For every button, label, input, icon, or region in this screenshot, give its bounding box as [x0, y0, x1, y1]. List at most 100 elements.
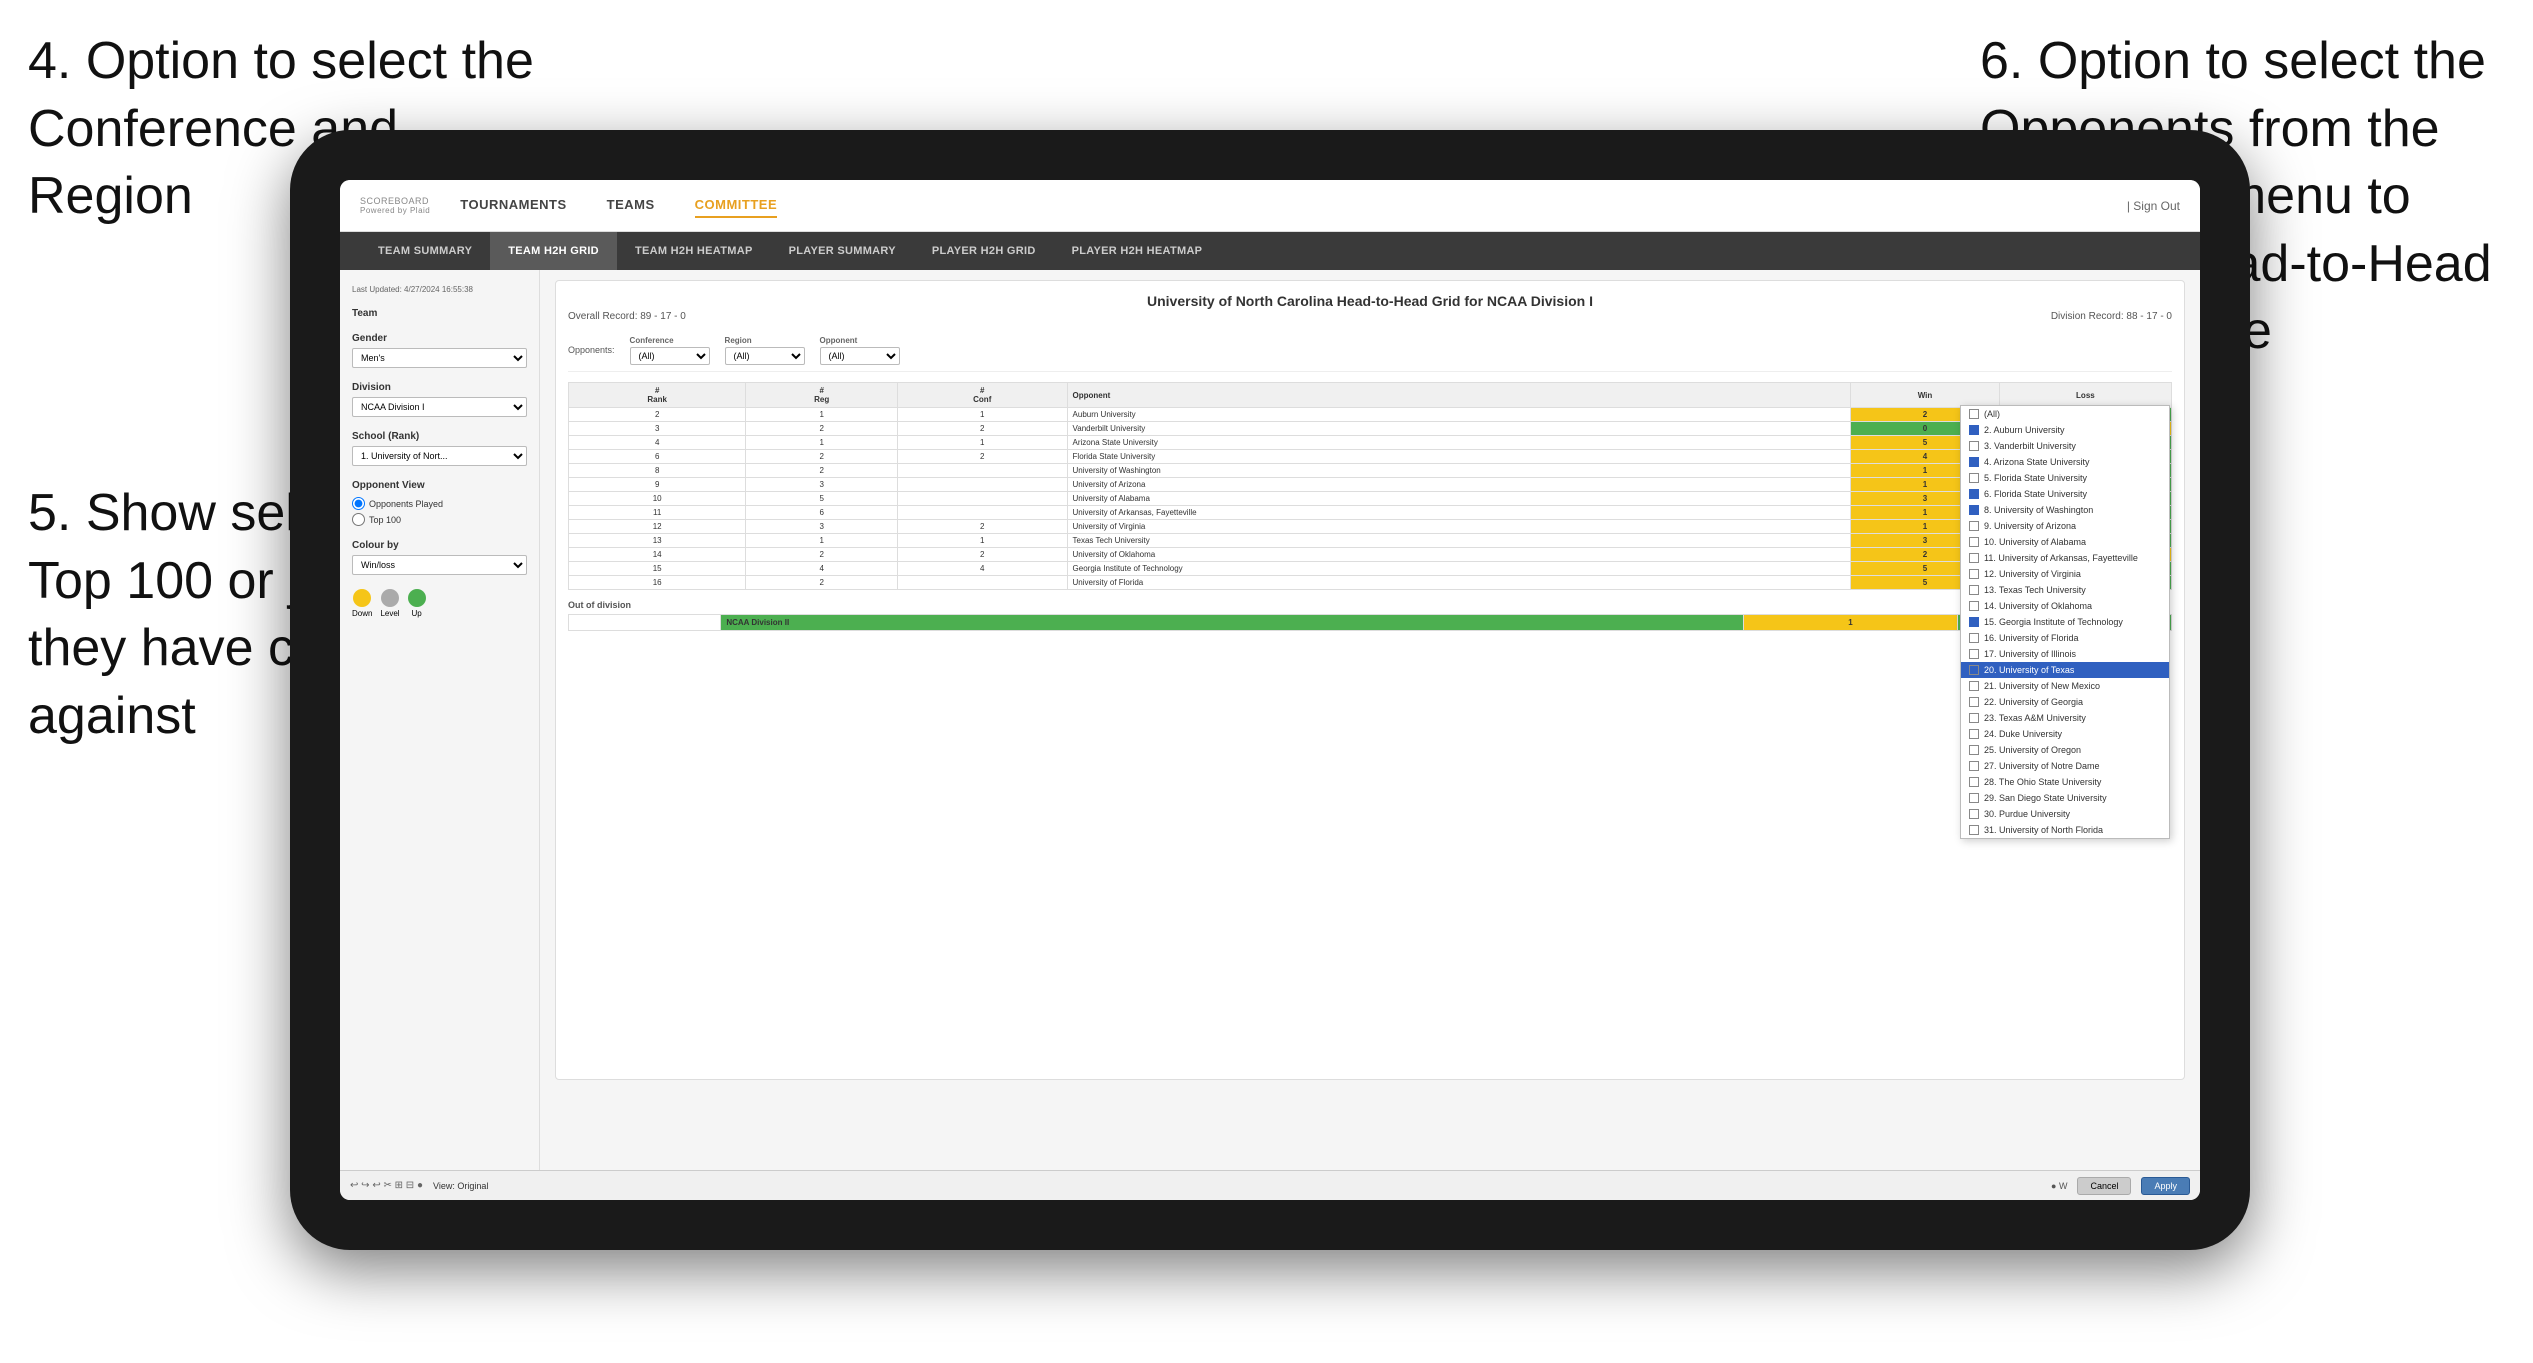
opponent-select[interactable]: (All): [820, 347, 900, 365]
dropdown-item-label: 23. Texas A&M University: [1984, 713, 2086, 723]
dropdown-item[interactable]: 6. Florida State University: [1961, 486, 2169, 502]
dropdown-item-label: 15. Georgia Institute of Technology: [1984, 617, 2123, 627]
dropdown-item-label: 17. University of Illinois: [1984, 649, 2076, 659]
dropdown-item[interactable]: 16. University of Florida: [1961, 630, 2169, 646]
tablet-screen: SCOREBOARD Powered by Plaid TOURNAMENTS …: [340, 180, 2200, 1200]
sub-nav-player-summary[interactable]: PLAYER SUMMARY: [771, 232, 914, 270]
dropdown-item[interactable]: 15. Georgia Institute of Technology: [1961, 614, 2169, 630]
dropdown-item[interactable]: 30. Purdue University: [1961, 806, 2169, 822]
dropdown-checkbox: [1969, 569, 1979, 579]
dropdown-item[interactable]: 5. Florida State University: [1961, 470, 2169, 486]
dropdown-item[interactable]: 29. San Diego State University: [1961, 790, 2169, 806]
dropdown-item[interactable]: 4. Arizona State University: [1961, 454, 2169, 470]
table-row: 16 2 University of Florida 5 1: [569, 576, 2172, 590]
dropdown-item-label: 9. University of Arizona: [1984, 521, 2076, 531]
h2h-meta: Overall Record: 89 - 17 - 0 Division Rec…: [568, 311, 2172, 322]
dropdown-checkbox: [1969, 633, 1979, 643]
sub-nav-player-h2h-grid[interactable]: PLAYER H2H GRID: [914, 232, 1054, 270]
region-filter: Region (All): [725, 336, 805, 365]
sub-nav-team-h2h-grid[interactable]: TEAM H2H GRID: [490, 232, 617, 270]
dropdown-item[interactable]: 28. The Ohio State University: [1961, 774, 2169, 790]
dropdown-checkbox: [1969, 793, 1979, 803]
sub-nav-team-summary[interactable]: TEAM SUMMARY: [360, 232, 490, 270]
col-opponent: Opponent: [1067, 383, 1851, 408]
dropdown-item[interactable]: 3. Vanderbilt University: [1961, 438, 2169, 454]
legend-down: Down: [352, 589, 372, 618]
dropdown-item[interactable]: 23. Texas A&M University: [1961, 710, 2169, 726]
conference-select[interactable]: (All): [630, 347, 710, 365]
legend-level: Level: [380, 589, 399, 618]
table-row: 3 2 2 Vanderbilt University 0 4: [569, 422, 2172, 436]
table-row: 4 1 1 Arizona State University 5 1: [569, 436, 2172, 450]
sub-nav-player-h2h-heatmap[interactable]: PLAYER H2H HEATMAP: [1054, 232, 1221, 270]
dropdown-item[interactable]: 22. University of Georgia: [1961, 694, 2169, 710]
dropdown-checkbox: [1969, 649, 1979, 659]
dropdown-item[interactable]: 25. University of Oregon: [1961, 742, 2169, 758]
right-panel-inner: University of North Carolina Head-to-Hea…: [555, 280, 2185, 1080]
out-of-division-label: Out of division: [568, 600, 2172, 610]
up-dot: [408, 589, 426, 607]
dropdown-item[interactable]: 13. Texas Tech University: [1961, 582, 2169, 598]
sidebar-colour-by-section: Colour by Win/loss: [352, 540, 527, 575]
table-row: 8 2 University of Washington 1 0: [569, 464, 2172, 478]
dropdown-item[interactable]: 12. University of Virginia: [1961, 566, 2169, 582]
dropdown-item-label: 4. Arizona State University: [1984, 457, 2090, 467]
sidebar-team-section: Team: [352, 308, 527, 319]
sign-out-button[interactable]: | Sign Out: [2127, 199, 2180, 213]
dropdown-checkbox: [1969, 825, 1979, 835]
opponent-filter: Opponent (All): [820, 336, 900, 365]
dropdown-item-label: 12. University of Virginia: [1984, 569, 2081, 579]
dropdown-item[interactable]: 20. University of Texas: [1961, 662, 2169, 678]
dropdown-item-label: 8. University of Washington: [1984, 505, 2093, 515]
top-100-radio[interactable]: Top 100: [352, 513, 527, 526]
dropdown-item[interactable]: 21. University of New Mexico: [1961, 678, 2169, 694]
dropdown-item[interactable]: 31. University of North Florida: [1961, 822, 2169, 838]
dropdown-checkbox: [1969, 489, 1979, 499]
dropdown-item[interactable]: 24. Duke University: [1961, 726, 2169, 742]
table-row: 12 3 2 University of Virginia 1 1: [569, 520, 2172, 534]
division-select[interactable]: NCAA Division I: [352, 397, 527, 417]
dropdown-checkbox: [1969, 777, 1979, 787]
overall-record: Overall Record: 89 - 17 - 0: [568, 311, 686, 322]
dropdown-item[interactable]: 11. University of Arkansas, Fayetteville: [1961, 550, 2169, 566]
dropdown-checkbox: [1969, 697, 1979, 707]
dropdown-item-label: 16. University of Florida: [1984, 633, 2079, 643]
dropdown-item[interactable]: 10. University of Alabama: [1961, 534, 2169, 550]
dropdown-item[interactable]: 17. University of Illinois: [1961, 646, 2169, 662]
dropdown-checkbox: [1969, 505, 1979, 515]
dropdown-item[interactable]: (All): [1961, 406, 2169, 422]
nav-committee[interactable]: COMMITTEE: [695, 193, 778, 218]
apply-button[interactable]: Apply: [2141, 1177, 2190, 1195]
dropdown-checkbox: [1969, 425, 1979, 435]
dropdown-item[interactable]: 8. University of Washington: [1961, 502, 2169, 518]
table-row: 15 4 4 Georgia Institute of Technology 5…: [569, 562, 2172, 576]
dropdown-checkbox: [1969, 665, 1979, 675]
nav-tournaments[interactable]: TOURNAMENTS: [460, 193, 566, 218]
dropdown-checkbox: [1969, 409, 1979, 419]
level-dot: [381, 589, 399, 607]
h2h-table-body: 2 1 1 Auburn University 2 1 3 2 2 Vander…: [569, 408, 2172, 590]
opponent-dropdown-overlay[interactable]: (All)2. Auburn University3. Vanderbilt U…: [1960, 405, 2170, 839]
dropdown-item-label: 31. University of North Florida: [1984, 825, 2103, 835]
dropdown-checkbox: [1969, 681, 1979, 691]
cancel-button[interactable]: Cancel: [2077, 1177, 2131, 1195]
colour-by-select[interactable]: Win/loss: [352, 555, 527, 575]
gender-select[interactable]: Men's: [352, 348, 527, 368]
dropdown-item[interactable]: 27. University of Notre Dame: [1961, 758, 2169, 774]
table-row: 14 2 2 University of Oklahoma 2 2: [569, 548, 2172, 562]
main-content: Last Updated: 4/27/2024 16:55:38 Team Ge…: [340, 270, 2200, 1170]
school-select[interactable]: 1. University of Nort...: [352, 446, 527, 466]
opponents-played-radio[interactable]: Opponents Played: [352, 497, 527, 510]
nav-teams[interactable]: TEAMS: [607, 193, 655, 218]
conference-filter: Conference (All): [630, 336, 710, 365]
h2h-title: University of North Carolina Head-to-Hea…: [568, 293, 2172, 309]
opponent-view-radio-group: Opponents Played Top 100: [352, 497, 527, 526]
dropdown-item-label: 28. The Ohio State University: [1984, 777, 2101, 787]
sub-nav-team-h2h-heatmap[interactable]: TEAM H2H HEATMAP: [617, 232, 771, 270]
dropdown-item[interactable]: 9. University of Arizona: [1961, 518, 2169, 534]
filter-row: Opponents: Conference (All) Region (: [568, 330, 2172, 372]
table-row: 13 1 1 Texas Tech University 3 0: [569, 534, 2172, 548]
region-select[interactable]: (All): [725, 347, 805, 365]
dropdown-item[interactable]: 14. University of Oklahoma: [1961, 598, 2169, 614]
dropdown-item[interactable]: 2. Auburn University: [1961, 422, 2169, 438]
